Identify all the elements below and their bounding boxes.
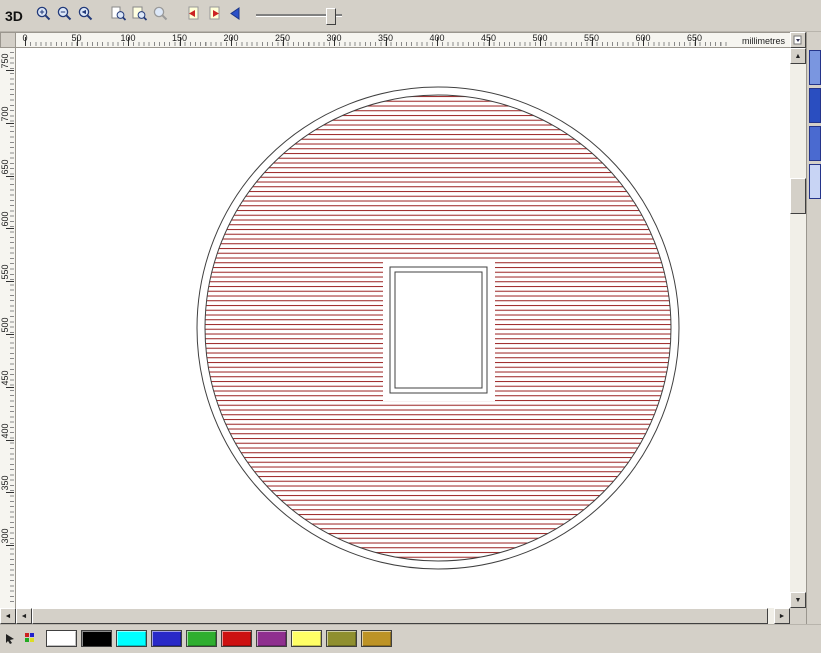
zoom-slider-handle[interactable] bbox=[325, 8, 336, 25]
scroll-up-button[interactable]: ▲ bbox=[790, 48, 806, 64]
h-ruler-label: 300 bbox=[326, 33, 342, 43]
h-ruler-label: 500 bbox=[532, 33, 548, 43]
horizontal-ruler[interactable]: 0 50 100 150 200 250 300 350 400 450 500 550 600 650 … bbox=[16, 32, 790, 48]
v-ruler-label: 400 bbox=[0, 423, 10, 439]
scroll-left-button[interactable]: ◄ bbox=[16, 608, 32, 624]
ruler-options-button[interactable] bbox=[790, 32, 806, 48]
h-ruler-label: 50 bbox=[71, 33, 82, 43]
scroll-right-button[interactable]: ► bbox=[774, 608, 790, 624]
magnifier-page2-icon bbox=[131, 5, 148, 27]
v-ruler-label: 700 bbox=[0, 106, 10, 122]
zoom-slider[interactable] bbox=[255, 5, 342, 26]
palette-swatch[interactable] bbox=[291, 630, 322, 647]
page-left-arrow-icon: ◄ bbox=[4, 612, 12, 620]
zoom-previous-button[interactable] bbox=[75, 5, 96, 26]
toolbar-separator bbox=[171, 5, 183, 26]
scroll-down-button[interactable]: ▼ bbox=[790, 592, 806, 608]
v-ruler-label: 600 bbox=[0, 211, 10, 227]
zoom-page-button[interactable] bbox=[108, 5, 129, 26]
ruler-corner bbox=[0, 32, 16, 48]
app-window: 3D 0 50 100 150 200 250 300 350 400 450 500 550 600 6… bbox=[0, 0, 821, 653]
palette-swatch[interactable] bbox=[186, 630, 217, 647]
page-back-button[interactable] bbox=[183, 5, 204, 26]
horizontal-scrollbar[interactable]: ◄ ► bbox=[16, 608, 790, 624]
right-arrow-icon: ► bbox=[778, 612, 786, 620]
left-arrow-icon: ◄ bbox=[20, 612, 28, 620]
cursor-arrow-icon bbox=[6, 634, 14, 644]
status-palette-bar bbox=[0, 624, 821, 653]
docked-toolbar-button[interactable] bbox=[809, 88, 821, 123]
h-ruler-label: 150 bbox=[171, 33, 188, 43]
drawing-area[interactable] bbox=[16, 48, 790, 608]
docked-toolbar-button[interactable] bbox=[809, 126, 821, 161]
h-ruler-label: 200 bbox=[223, 33, 239, 43]
page-scroll-icon bbox=[793, 35, 802, 45]
h-ruler-label: 0 bbox=[22, 33, 28, 43]
zoom-in-button[interactable] bbox=[33, 5, 54, 26]
horizontal-scroll-thumb[interactable] bbox=[32, 608, 768, 624]
palette-options-button[interactable] bbox=[22, 630, 38, 646]
h-ruler-label: 650 bbox=[686, 33, 703, 43]
pan-back-button[interactable] bbox=[225, 5, 246, 26]
magnifier-minus-icon bbox=[56, 5, 73, 27]
page-left-icon bbox=[185, 5, 202, 27]
drawing-svg[interactable] bbox=[16, 48, 790, 608]
page-right-icon bbox=[206, 5, 223, 27]
vertical-ruler[interactable]: 750 700 650 600 550 500 450 400 350 300 bbox=[0, 48, 16, 608]
zoom-width-button[interactable] bbox=[129, 5, 150, 26]
magnifier-plus-icon bbox=[35, 5, 52, 27]
v-ruler-minor-ticks bbox=[10, 52, 14, 604]
v-ruler-label: 500 bbox=[0, 317, 10, 333]
color-palette bbox=[46, 630, 392, 647]
hole-rect-outer[interactable] bbox=[389, 266, 488, 394]
v-ruler-label: 750 bbox=[0, 53, 10, 69]
palette-swatch[interactable] bbox=[81, 630, 112, 647]
ruler-units-label: millimetres bbox=[741, 36, 785, 46]
magnifier-page-icon bbox=[110, 5, 127, 27]
h-ruler-label: 350 bbox=[377, 33, 394, 43]
vertical-scroll-thumb[interactable] bbox=[790, 178, 806, 214]
toolbar-separator bbox=[96, 5, 108, 26]
palette-scroll-button[interactable] bbox=[2, 630, 18, 646]
magnifier-back-icon bbox=[77, 5, 94, 27]
blue-arrow-icon bbox=[227, 5, 244, 27]
magnifier-gray-icon bbox=[152, 5, 169, 27]
palette-swatch[interactable] bbox=[46, 630, 77, 647]
palette-swatch[interactable] bbox=[221, 630, 252, 647]
v-ruler-label: 550 bbox=[0, 264, 10, 280]
palette-grid-icon bbox=[25, 633, 34, 642]
scrollbar-corner bbox=[790, 608, 806, 624]
palette-swatch[interactable] bbox=[151, 630, 182, 647]
page-nav-button[interactable]: ◄ bbox=[0, 608, 16, 624]
docked-toolbar-button[interactable] bbox=[809, 50, 821, 85]
h-ruler-label: 400 bbox=[429, 33, 445, 43]
h-ruler-label: 450 bbox=[480, 33, 497, 43]
v-ruler-label: 350 bbox=[0, 475, 10, 491]
palette-swatch[interactable] bbox=[116, 630, 147, 647]
vertical-scrollbar[interactable]: ▲ ▼ bbox=[790, 48, 806, 608]
palette-swatch[interactable] bbox=[256, 630, 287, 647]
down-arrow-icon: ▼ bbox=[794, 596, 802, 604]
toolbar: 3D bbox=[0, 0, 821, 32]
h-ruler-label: 250 bbox=[274, 33, 291, 43]
palette-swatch[interactable] bbox=[326, 630, 357, 647]
zoom-selection-button[interactable] bbox=[150, 5, 171, 26]
toolbar-buttons bbox=[33, 5, 246, 26]
docked-toolbar-button[interactable] bbox=[809, 164, 821, 199]
palette-swatch[interactable] bbox=[361, 630, 392, 647]
zoom-out-button[interactable] bbox=[54, 5, 75, 26]
h-ruler-label: 600 bbox=[635, 33, 651, 43]
3d-label: 3D bbox=[5, 7, 23, 24]
page-forward-button[interactable] bbox=[204, 5, 225, 26]
h-ruler-label: 100 bbox=[120, 33, 136, 43]
h-ruler-label: 550 bbox=[583, 33, 600, 43]
v-ruler-label: 450 bbox=[0, 370, 10, 386]
v-ruler-label: 650 bbox=[0, 159, 10, 175]
right-docked-toolbar bbox=[806, 32, 821, 624]
v-ruler-label: 300 bbox=[0, 528, 10, 544]
up-arrow-icon: ▲ bbox=[794, 52, 802, 60]
